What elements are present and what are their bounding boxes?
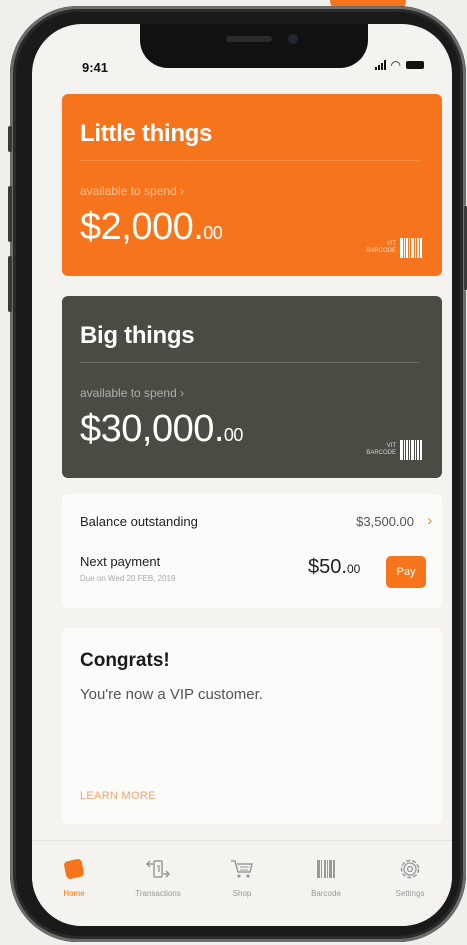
- big-things-card[interactable]: Big things available to spend › $30,000.…: [62, 296, 442, 478]
- next-payment-label: Next payment: [80, 554, 161, 569]
- phone-frame: 9:41 ◠ Little things available to spend …: [8, 6, 467, 942]
- available-amount: $30,000.00: [80, 408, 243, 451]
- balance-card: Balance outstanding $3,500.00 › Next pay…: [62, 494, 442, 608]
- pay-button[interactable]: Pay: [386, 556, 426, 588]
- chevron-right-icon: ›: [180, 386, 185, 400]
- amount-cents: 00: [223, 425, 244, 445]
- next-payment-due-date: Due on Wed 20 FEB, 2019: [80, 574, 176, 583]
- barcode-button[interactable]: VIT BARCODE: [366, 440, 422, 460]
- cart-icon: [204, 855, 280, 883]
- barcode-icon: [400, 238, 422, 258]
- learn-more-link[interactable]: LEARN MORE: [80, 790, 156, 802]
- available-to-spend-link[interactable]: available to spend ›: [80, 386, 184, 400]
- chevron-right-icon: ›: [180, 184, 185, 198]
- volume-up-button: [8, 186, 12, 242]
- tab-label: Transactions: [135, 889, 181, 898]
- speaker: [226, 36, 272, 42]
- home-icon: [63, 858, 85, 880]
- tab-barcode[interactable]: Barcode: [288, 855, 364, 898]
- amount-main: $30,000.: [80, 408, 224, 450]
- promo-body: You're now a VIP customer.: [80, 686, 263, 703]
- notch: [140, 24, 368, 68]
- barcode-button[interactable]: VIT BARCODE: [366, 238, 422, 258]
- camera: [288, 34, 298, 44]
- wifi-icon: ◠: [390, 58, 401, 72]
- battery-icon: [406, 61, 424, 69]
- balance-outstanding-value[interactable]: $3,500.00: [356, 514, 414, 529]
- chevron-right-icon[interactable]: ›: [427, 512, 432, 528]
- divider: [80, 160, 420, 161]
- tab-label: Barcode: [311, 889, 341, 898]
- promo-card: Congrats! You're now a VIP customer. LEA…: [62, 628, 442, 824]
- tab-settings[interactable]: Settings: [372, 855, 448, 898]
- tab-shop[interactable]: Shop: [204, 855, 280, 898]
- bottom-tab-bar: Home Transactions Shop Barcode Settings: [32, 840, 452, 926]
- available-amount: $2,000.00: [80, 206, 223, 249]
- available-to-spend-link[interactable]: available to spend ›: [80, 184, 184, 198]
- tab-home[interactable]: Home: [36, 855, 112, 898]
- barcode-icon: [288, 855, 364, 883]
- tab-label: Home: [63, 889, 85, 898]
- amount-main: $2,000.: [80, 206, 204, 248]
- signal-icon: [374, 60, 386, 70]
- balance-outstanding-label: Balance outstanding: [80, 514, 198, 529]
- tab-transactions[interactable]: Transactions: [120, 855, 196, 898]
- mute-switch: [8, 126, 12, 152]
- tab-label: Settings: [395, 889, 425, 898]
- barcode-caption: VIT BARCODE: [366, 443, 396, 456]
- available-label: available to spend: [80, 386, 177, 400]
- card-title: Little things: [80, 120, 213, 147]
- tab-label: Shop: [232, 889, 252, 898]
- app-screen: 9:41 ◠ Little things available to spend …: [32, 24, 452, 926]
- status-icons: ◠: [374, 58, 424, 72]
- barcode-icon: [400, 440, 422, 460]
- card-title: Big things: [80, 322, 195, 349]
- next-payment-amount: $50.00: [308, 556, 361, 578]
- divider: [80, 362, 420, 363]
- available-label: available to spend: [80, 184, 177, 198]
- amount-cents: 00: [203, 223, 223, 243]
- barcode-caption: VIT BARCODE: [366, 241, 396, 254]
- transactions-icon: [120, 855, 196, 883]
- gear-icon: [372, 855, 448, 883]
- status-time: 9:41: [82, 60, 109, 75]
- little-things-card[interactable]: Little things available to spend › $2,00…: [62, 94, 442, 276]
- promo-title: Congrats!: [80, 650, 170, 671]
- volume-down-button: [8, 256, 12, 312]
